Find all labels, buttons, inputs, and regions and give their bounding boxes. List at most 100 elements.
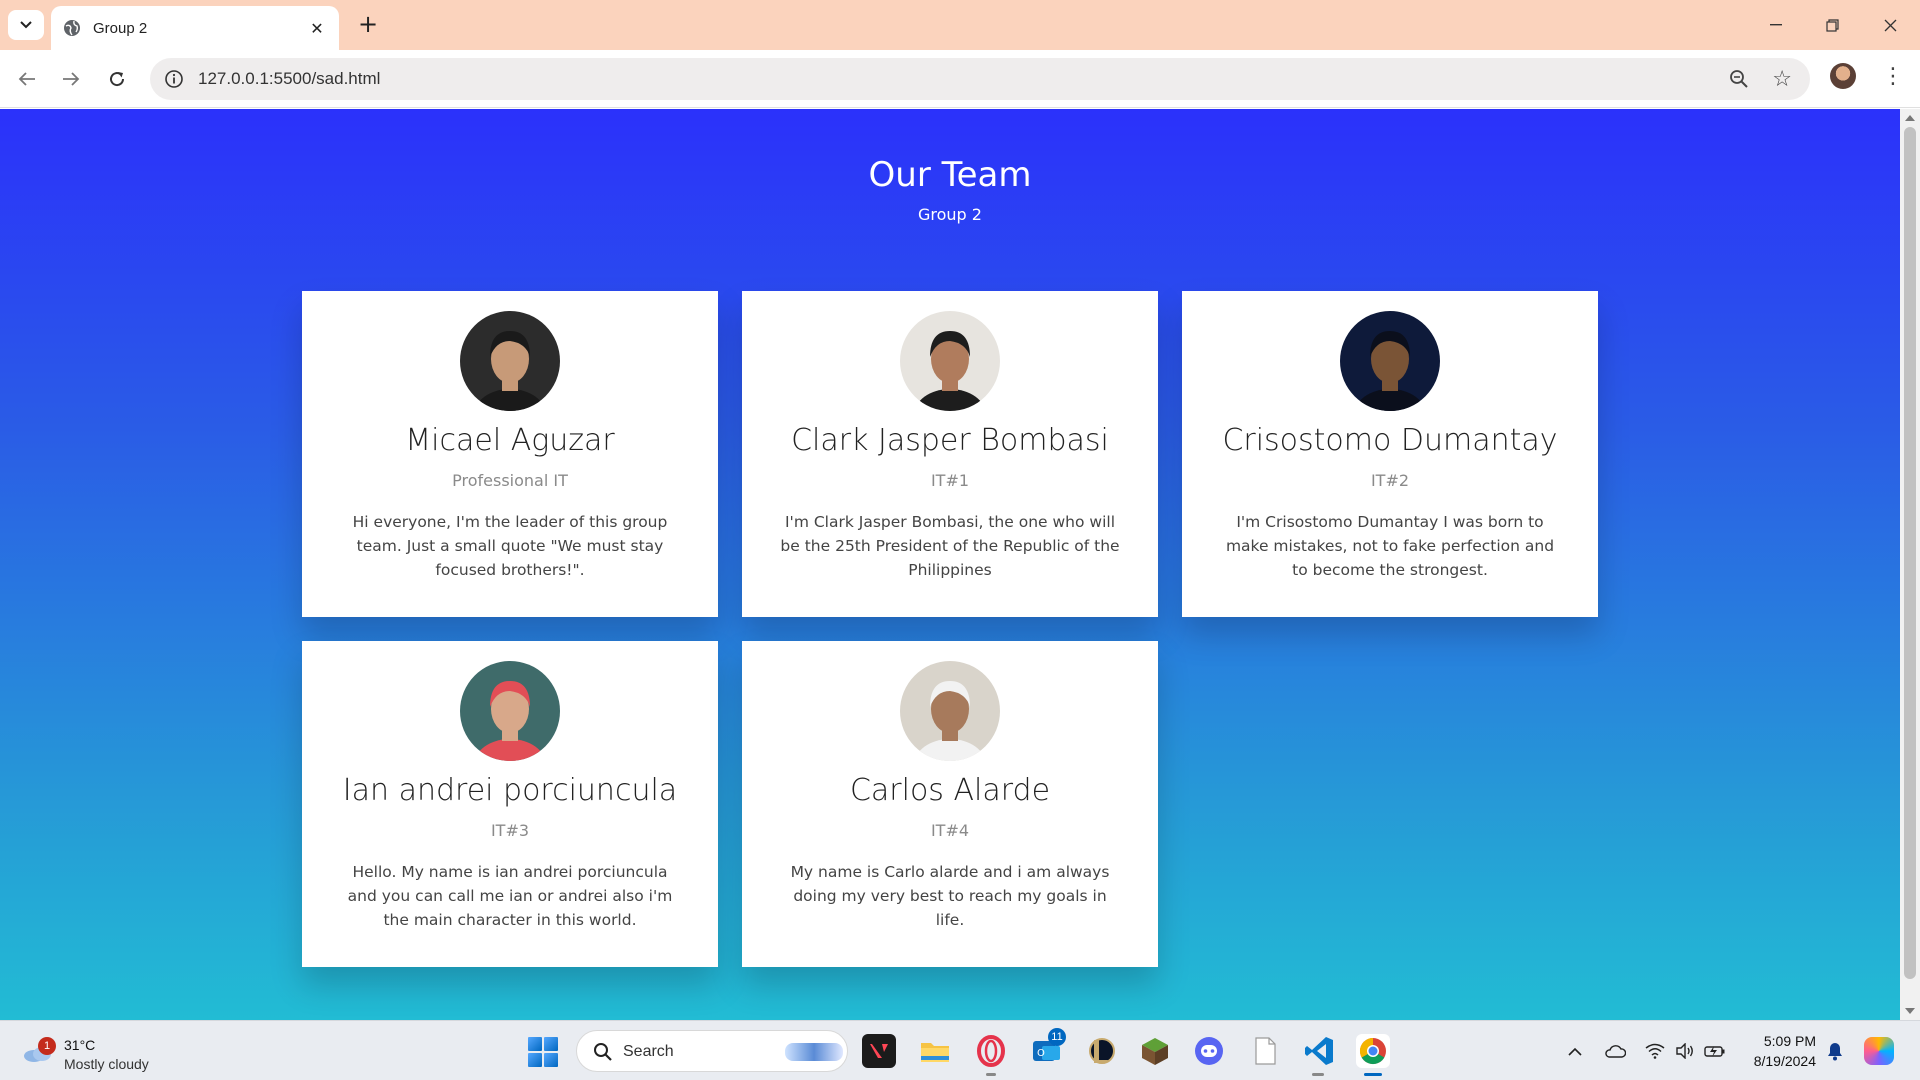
browser-toolbar: 127.0.0.1:5500/sad.html ☆ ⋮: [0, 50, 1920, 108]
chevron-down-icon: [20, 21, 32, 29]
member-card: Crisostomo Dumantay IT#2 I'm Crisostomo …: [1182, 291, 1598, 617]
member-role: IT#4: [930, 821, 970, 840]
scrollbar-thumb[interactable]: [1904, 127, 1916, 979]
weather-temperature: 31°C: [64, 1037, 96, 1053]
search-label: Search: [623, 1043, 674, 1060]
minecraft-block-icon: [1142, 1038, 1168, 1065]
close-window-button[interactable]: [1870, 10, 1910, 40]
chrome-app-icon[interactable]: [1356, 1034, 1390, 1068]
app-running-indicator: [986, 1073, 996, 1076]
page-subtitle: Group 2: [918, 205, 982, 224]
team-page: Our Team Group 2 Micael Aguzar Professio…: [0, 109, 1900, 1020]
member-role: IT#2: [1370, 471, 1410, 490]
member-avatar: [900, 661, 1000, 761]
copilot-icon[interactable]: [1864, 1037, 1894, 1065]
url-text[interactable]: 127.0.0.1:5500/sad.html: [198, 69, 380, 89]
league-of-legends-app-icon[interactable]: [1084, 1034, 1118, 1068]
notification-bell-icon[interactable]: [1826, 1041, 1844, 1061]
member-avatar: [900, 311, 1000, 411]
team-header: Our Team Group 2: [0, 155, 1900, 224]
minecraft-app-icon[interactable]: [1138, 1034, 1172, 1068]
profile-avatar[interactable]: [1830, 63, 1856, 89]
valorant-app-icon[interactable]: [862, 1034, 896, 1068]
member-avatar: [1340, 311, 1440, 411]
member-role: IT#1: [930, 471, 970, 490]
chrome-logo-icon: [1359, 1037, 1386, 1065]
browser-tab-bar: Group 2 ✕ +: [0, 0, 1920, 50]
back-button[interactable]: [12, 64, 42, 94]
member-name: Crisostomo Dumantay: [1222, 423, 1558, 458]
opera-app-icon[interactable]: [974, 1034, 1008, 1068]
wifi-icon[interactable]: [1644, 1041, 1666, 1061]
member-card: Micael Aguzar Professional IT Hi everyon…: [302, 291, 718, 617]
vscode-app-icon[interactable]: [1302, 1034, 1336, 1068]
arrow-right-icon: [63, 72, 80, 86]
member-bio: I'm Clark Jasper Bombasi, the one who wi…: [780, 513, 1120, 579]
member-bio: I'm Crisostomo Dumantay I was born to ma…: [1225, 513, 1555, 579]
start-tile: [544, 1053, 558, 1067]
globe-icon: [64, 20, 80, 36]
member-bio: My name is Carlo alarde and i am always …: [790, 863, 1110, 929]
opera-logo-icon: [977, 1035, 1005, 1067]
page-title: Our Team: [868, 155, 1032, 195]
arrow-left-icon: [18, 72, 35, 86]
close-icon: [1884, 19, 1896, 31]
clock-time: 5:09 PM: [1763, 1033, 1816, 1049]
weather-condition: Mostly cloudy: [64, 1056, 149, 1072]
search-icon: [594, 1043, 612, 1061]
site-info-icon[interactable]: [164, 69, 184, 89]
mail-app-icon[interactable]: O 11: [1030, 1028, 1066, 1068]
bookmark-star-icon[interactable]: ☆: [1772, 67, 1792, 92]
browser-tab[interactable]: Group 2 ✕: [51, 6, 339, 50]
onedrive-cloud-icon[interactable]: [1604, 1041, 1626, 1061]
member-name: Micael Aguzar: [405, 423, 615, 458]
member-bio: Hi everyone, I'm the leader of this grou…: [352, 513, 668, 579]
discord-app-icon[interactable]: [1192, 1034, 1226, 1068]
member-name: Carlos Alarde: [849, 773, 1051, 808]
new-tab-button[interactable]: +: [354, 11, 382, 39]
search-highlight-image: [785, 1043, 843, 1061]
minimize-button[interactable]: [1756, 10, 1796, 40]
mail-unread-badge: 11: [1048, 1028, 1066, 1046]
tab-close-icon[interactable]: ✕: [307, 19, 327, 38]
app-running-indicator: [1312, 1073, 1324, 1076]
weather-alert-badge: 1: [38, 1037, 56, 1055]
member-bio: Hello. My name is ian andrei porciuncula…: [347, 863, 673, 929]
scroll-down-arrow-icon[interactable]: [1905, 1008, 1915, 1014]
system-clock[interactable]: 5:09 PM 8/19/2024: [1742, 1031, 1816, 1071]
member-card: Carlos Alarde IT#4 My name is Carlo alar…: [742, 641, 1158, 967]
vscode-logo-icon: [1305, 1037, 1333, 1065]
reload-button[interactable]: [102, 64, 132, 94]
scroll-up-arrow-icon[interactable]: [1905, 115, 1915, 121]
page-scrollbar[interactable]: [1900, 109, 1920, 1020]
member-avatar: [460, 311, 560, 411]
notepad-app-icon[interactable]: [1248, 1034, 1282, 1068]
address-bar[interactable]: 127.0.0.1:5500/sad.html ☆: [150, 58, 1810, 100]
chevron-up-icon[interactable]: [1564, 1041, 1586, 1061]
tab-search-button[interactable]: [8, 10, 44, 40]
member-avatar: [460, 661, 560, 761]
document-icon: [1255, 1037, 1276, 1065]
taskbar-search[interactable]: Search: [576, 1030, 848, 1072]
clock-date: 8/19/2024: [1753, 1053, 1816, 1069]
folder-icon: [921, 1043, 949, 1062]
reload-icon: [110, 72, 125, 87]
zoom-icon[interactable]: [1728, 68, 1750, 90]
start-tile: [528, 1053, 542, 1067]
forward-button[interactable]: [56, 64, 86, 94]
weather-widget[interactable]: 1 31°C Mostly cloudy: [20, 1029, 200, 1073]
league-logo-icon: [1089, 1038, 1115, 1064]
minimize-icon: [1770, 24, 1782, 26]
restore-button[interactable]: [1812, 10, 1852, 40]
member-card: Ian andrei porciuncula IT#3 Hello. My na…: [302, 641, 718, 967]
browser-menu-icon[interactable]: ⋮: [1882, 64, 1904, 92]
file-explorer-app-icon[interactable]: [918, 1034, 952, 1068]
member-card: Clark Jasper Bombasi IT#1 I'm Clark Jasp…: [742, 291, 1158, 617]
start-button[interactable]: [528, 1037, 558, 1067]
battery-icon[interactable]: [1704, 1041, 1726, 1061]
restore-icon: [1825, 18, 1839, 32]
member-name: Clark Jasper Bombasi: [791, 423, 1109, 458]
start-tile: [528, 1037, 542, 1051]
member-name: Ian andrei porciuncula: [342, 773, 678, 808]
volume-icon[interactable]: [1674, 1041, 1696, 1061]
